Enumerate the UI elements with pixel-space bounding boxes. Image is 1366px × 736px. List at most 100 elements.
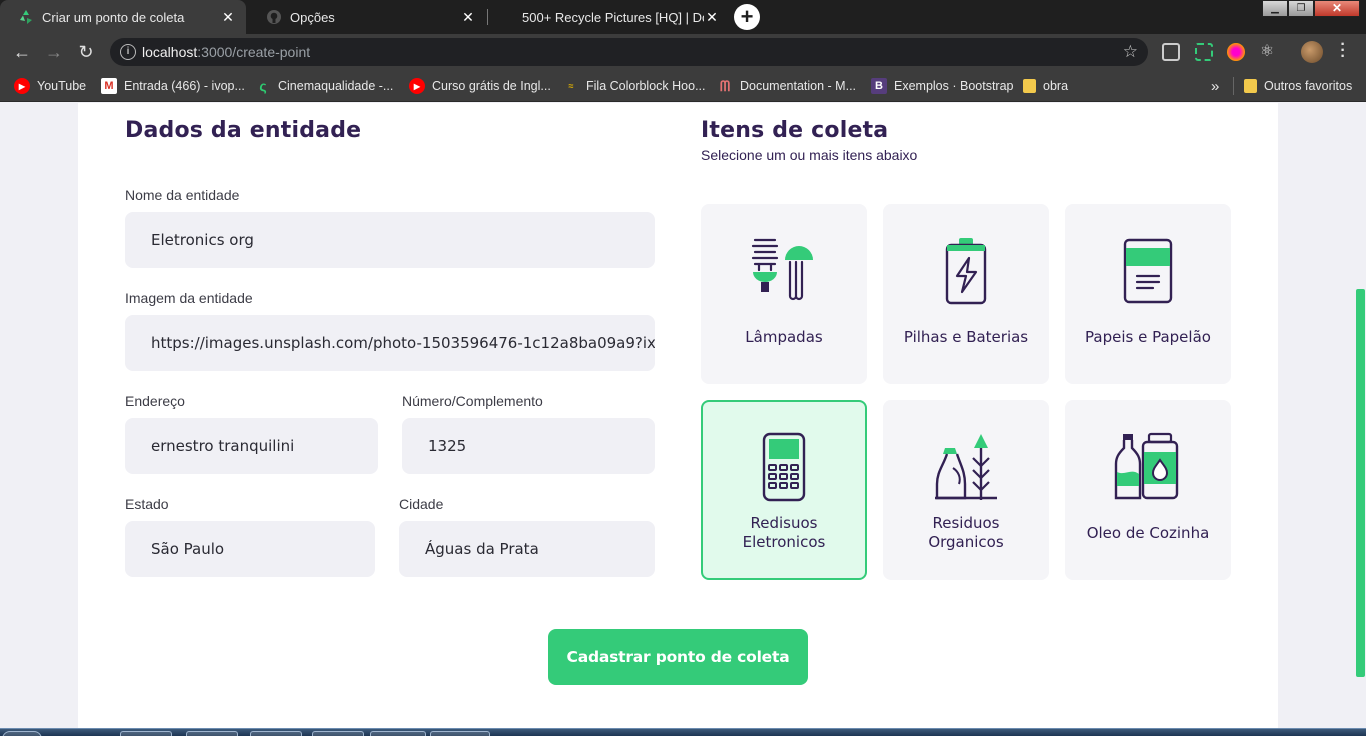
tab-title: 500+ Recycle Pictures [HQ] | Dow: [522, 9, 704, 25]
item-oleo-cozinha[interactable]: Oleo de Cozinha: [1065, 400, 1231, 580]
create-point-form: Dados da entidade Nome da entidade Eletr…: [78, 103, 1278, 728]
number-input[interactable]: 1325: [402, 418, 655, 474]
react-devtools-icon[interactable]: ⚛: [1258, 43, 1276, 61]
city-select[interactable]: Águas da Prata: [399, 521, 655, 577]
bookmark-bootstrap[interactable]: B Exemplos · Bootstrap: [871, 77, 1014, 95]
item-label: Lâmpadas: [745, 327, 823, 346]
new-tab-button[interactable]: +: [734, 4, 760, 30]
submit-button[interactable]: Cadastrar ponto de coleta: [548, 629, 808, 685]
bookmarks-divider: [1233, 77, 1234, 95]
bookmark-label: Documentation - M...: [740, 79, 857, 93]
bookmark-label: Curso grátis de Ingl...: [432, 79, 551, 93]
site-info-icon[interactable]: i: [120, 44, 136, 60]
extension-reader-icon[interactable]: [1162, 43, 1180, 61]
browser-menu-icon[interactable]: · · ·: [1337, 37, 1349, 65]
item-label: Pilhas e Baterias: [903, 327, 1029, 346]
taskbar-app[interactable]: [430, 731, 490, 736]
tab-title: Criar um ponto de coleta: [42, 9, 185, 25]
paper-icon: [1123, 238, 1173, 304]
bookmark-label: obra: [1043, 79, 1069, 93]
item-pilhas-baterias[interactable]: Pilhas e Baterias: [883, 204, 1049, 384]
gmail-icon: M: [101, 78, 117, 94]
bookmark-cinemaqualidade[interactable]: ς Cinemaqualidade -...: [255, 77, 393, 95]
tab-criar-ponto[interactable]: Criar um ponto de coleta ✕: [0, 0, 246, 34]
bookmark-documentation[interactable]: ᗰ Documentation - M...: [717, 77, 856, 95]
window-controls: ▁ ❐ ✕: [1262, 0, 1360, 17]
close-window-button[interactable]: ✕: [1314, 0, 1360, 17]
folder-icon: [1023, 79, 1036, 93]
tab-title: Opções: [290, 9, 335, 25]
bookmark-label: Exemplos · Bootstrap: [894, 79, 1014, 93]
number-label: Número/Complemento: [402, 393, 543, 409]
browser-toolbar: ← → ↻ i localhost:3000/create-point ☆ ⚛ …: [0, 34, 1366, 70]
address-bar[interactable]: i localhost:3000/create-point ☆: [110, 38, 1148, 66]
page-viewport: Dados da entidade Nome da entidade Eletr…: [0, 103, 1366, 728]
shoe-icon: ≈: [568, 81, 574, 91]
youtube-icon: ▶: [409, 78, 425, 94]
items-section-title: Itens de coleta: [701, 118, 889, 143]
items-section-subtitle: Selecione um ou mais itens abaixo: [701, 147, 918, 163]
youtube-icon: ▶: [14, 78, 30, 94]
other-bookmarks[interactable]: Outros favoritos: [1233, 77, 1352, 95]
bookmark-label: Outros favoritos: [1264, 79, 1353, 93]
extension-screenshot-icon[interactable]: [1195, 43, 1213, 61]
tab-recycle-pictures[interactable]: 500+ Recycle Pictures [HQ] | Dow ✕: [488, 0, 730, 34]
organic-icon: [935, 434, 997, 500]
taskbar-app[interactable]: [370, 731, 426, 736]
os-taskbar: [0, 728, 1366, 736]
state-select[interactable]: São Paulo: [125, 521, 375, 577]
url-path: :3000/create-point: [197, 44, 311, 60]
tab-strip: Criar um ponto de coleta ✕ Opções ✕ 500+…: [0, 0, 1366, 34]
name-input[interactable]: Eletronics org: [125, 212, 655, 268]
taskbar-app[interactable]: [312, 731, 364, 736]
bookmark-youtube[interactable]: ▶ YouTube: [14, 77, 86, 95]
address-label: Endereço: [125, 393, 185, 409]
bookmark-label: YouTube: [37, 79, 87, 93]
scrollbar-thumb[interactable]: [1356, 289, 1365, 677]
tab-opcoes[interactable]: Opções ✕: [248, 0, 486, 34]
back-icon[interactable]: ←: [10, 40, 34, 64]
bookmark-label: Cinemaqualidade -...: [278, 79, 394, 93]
name-label: Nome da entidade: [125, 187, 240, 203]
electronics-icon: [762, 432, 806, 502]
item-label: Papeis e Papelão: [1085, 327, 1211, 346]
reload-icon[interactable]: ↻: [74, 40, 98, 64]
image-label: Imagem da entidade: [125, 290, 253, 306]
page-scrollbar[interactable]: [1354, 103, 1366, 728]
folder-icon: [1244, 79, 1257, 93]
forward-icon[interactable]: →: [42, 40, 66, 64]
item-label: Redisuos Eletronicos: [742, 514, 826, 551]
taskbar-app[interactable]: [186, 731, 238, 736]
bookmark-gmail[interactable]: M Entrada (466) - ivop...: [101, 77, 245, 95]
c-icon: ς: [259, 78, 267, 94]
maximize-button[interactable]: ❐: [1288, 0, 1314, 17]
lamp-icon: [751, 238, 813, 301]
item-label: Residuos Organicos: [928, 514, 1004, 551]
bootstrap-icon: B: [871, 78, 887, 94]
item-lampadas[interactable]: Lâmpadas: [701, 204, 867, 384]
item-label: Oleo de Cozinha: [1086, 523, 1210, 542]
image-url-input[interactable]: https://images.unsplash.com/photo-150359…: [125, 315, 655, 371]
minimize-button[interactable]: ▁: [1262, 0, 1288, 17]
item-residuos-organicos[interactable]: Residuos Organicos: [883, 400, 1049, 580]
oil-icon: [1114, 432, 1179, 500]
extension-color-icon[interactable]: [1227, 43, 1245, 61]
more-bookmarks-button[interactable]: »: [1211, 77, 1219, 95]
close-tab-icon[interactable]: ✕: [704, 9, 720, 25]
start-button[interactable]: [2, 731, 42, 736]
close-tab-icon[interactable]: ✕: [460, 9, 476, 25]
bookmark-label: Entrada (466) - ivop...: [124, 79, 245, 93]
bookmark-curso-ingles[interactable]: ▶ Curso grátis de Ingl...: [409, 77, 551, 95]
bookmark-fila[interactable]: ≈ Fila Colorblock Hoo...: [563, 77, 706, 95]
address-input[interactable]: ernestro tranquilini: [125, 418, 378, 474]
bookmark-obra[interactable]: obra: [1023, 77, 1068, 95]
profile-avatar[interactable]: [1301, 41, 1323, 63]
url-host: localhost: [142, 44, 198, 60]
taskbar-app[interactable]: [250, 731, 302, 736]
recycle-icon: [18, 9, 34, 25]
close-tab-icon[interactable]: ✕: [220, 9, 236, 25]
item-residuos-eletronicos[interactable]: Redisuos Eletronicos: [701, 400, 867, 580]
taskbar-app[interactable]: [120, 731, 172, 736]
bookmark-star-icon[interactable]: ☆: [1123, 42, 1138, 62]
item-papeis-papelao[interactable]: Papeis e Papelão: [1065, 204, 1231, 384]
